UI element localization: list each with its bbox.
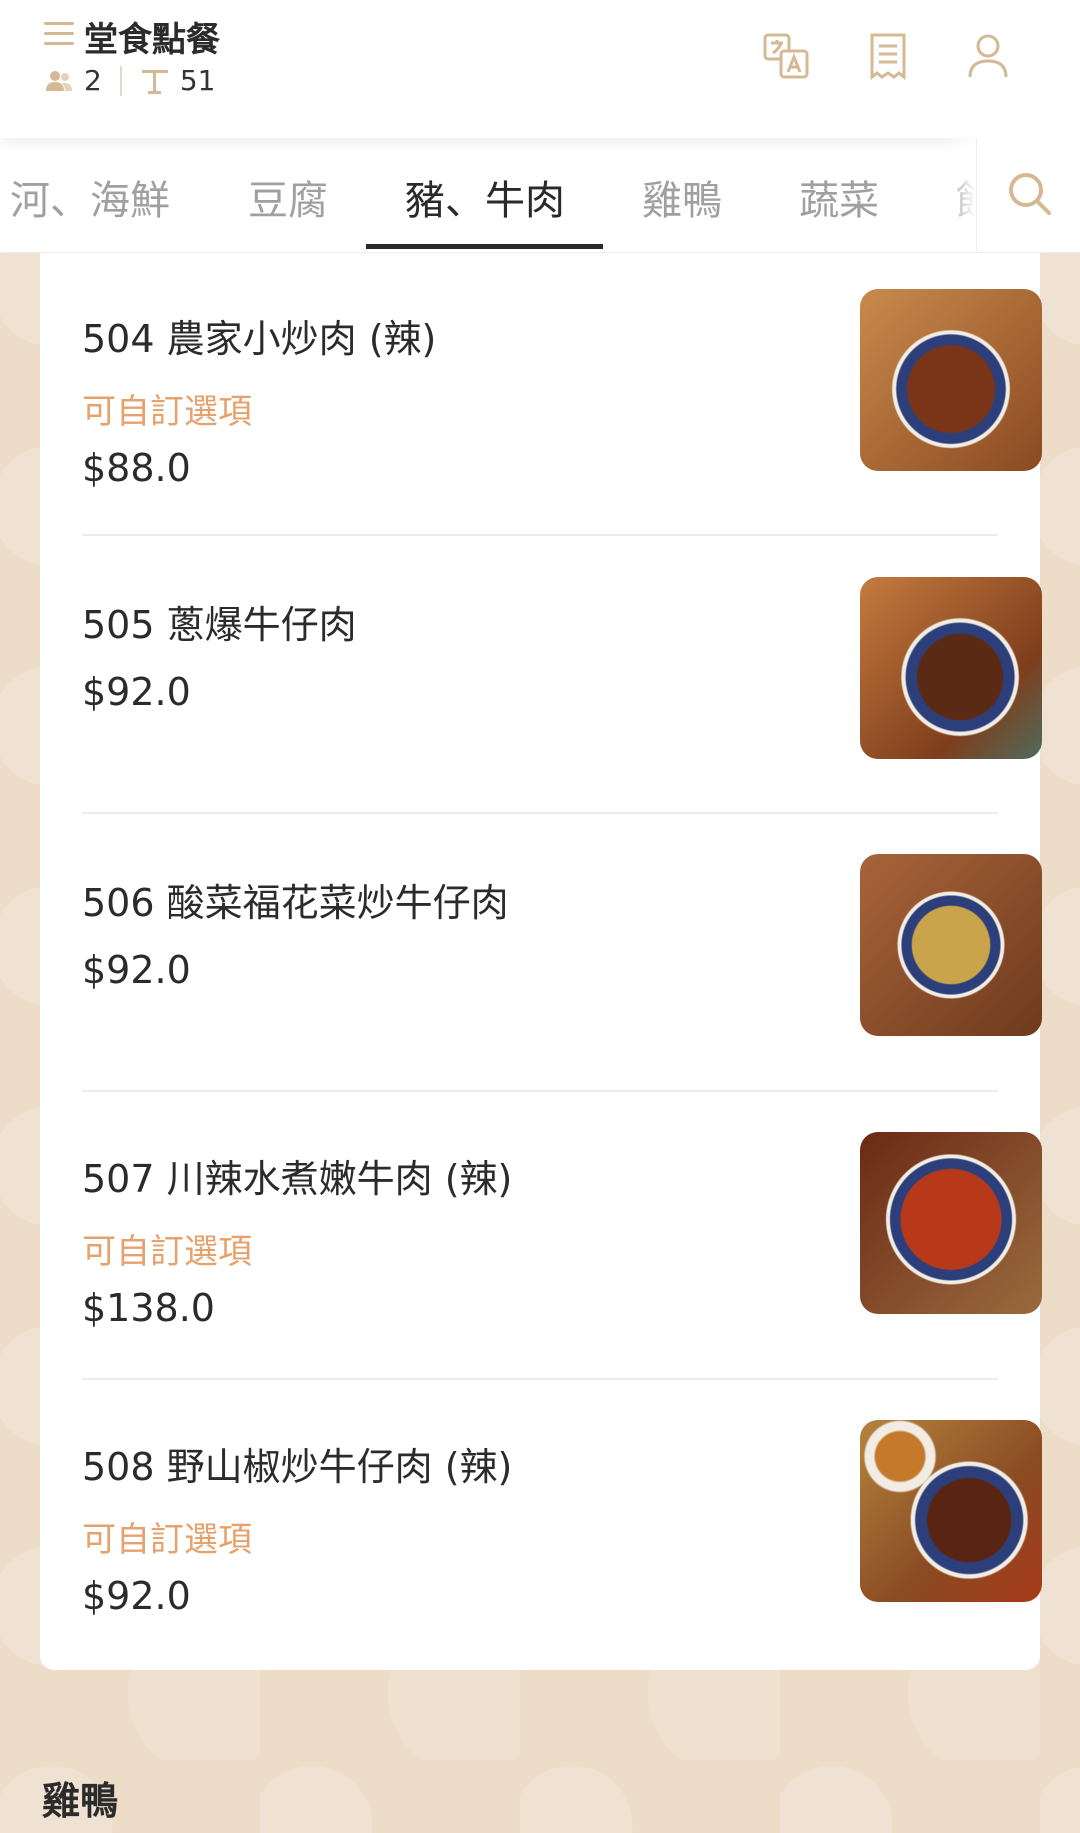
food-image bbox=[860, 577, 1042, 759]
item-name: 508 野山椒炒牛仔肉 (辣) bbox=[82, 1445, 513, 1489]
search-icon bbox=[1006, 170, 1052, 220]
item-name: 507 川辣水煮嫩牛肉 (辣) bbox=[82, 1157, 513, 1201]
custom-option-label: 可自訂選項 bbox=[82, 1232, 252, 1272]
food-image bbox=[860, 1420, 1042, 1602]
table-info: 2 51 bbox=[44, 64, 215, 97]
receipt-icon bbox=[868, 32, 908, 84]
people-icon bbox=[44, 69, 74, 93]
food-image bbox=[860, 854, 1042, 1036]
item-name: 506 酸菜福花菜炒牛仔肉 bbox=[82, 881, 509, 925]
tab-pork-beef[interactable]: 豬、牛肉 bbox=[405, 168, 565, 226]
item-price: $92.0 bbox=[82, 948, 191, 992]
item-name: 505 蔥爆牛仔肉 bbox=[82, 603, 357, 647]
app-header: 堂食點餐 2 51 bbox=[0, 0, 1080, 138]
meta-divider bbox=[119, 65, 122, 96]
menu-card: 504 農家小炒肉 (辣) 可自訂選項 $88.0 505 蔥爆牛仔肉 $92.… bbox=[40, 252, 1042, 1670]
food-image bbox=[860, 289, 1042, 471]
page-title: 堂食點餐 bbox=[84, 20, 220, 60]
search-button[interactable] bbox=[976, 138, 1080, 252]
active-tab-indicator bbox=[366, 244, 603, 249]
table-number: 51 bbox=[179, 64, 216, 97]
guest-count: 2 bbox=[84, 64, 102, 97]
tab-vegetables[interactable]: 蔬菜 bbox=[799, 168, 879, 226]
tab-chicken-duck[interactable]: 雞鴨 bbox=[642, 168, 722, 226]
custom-option-label: 可自訂選項 bbox=[82, 392, 252, 432]
translate-icon bbox=[762, 32, 810, 84]
item-price: $138.0 bbox=[82, 1286, 215, 1330]
item-price: $92.0 bbox=[82, 670, 191, 714]
translate-button[interactable] bbox=[758, 30, 814, 86]
orders-button[interactable] bbox=[860, 30, 916, 86]
category-tabs: 河、海鮮 豆腐 豬、牛肉 雞鴨 蔬菜 飯 bbox=[0, 138, 1080, 253]
food-image bbox=[860, 1132, 1042, 1314]
user-icon bbox=[967, 33, 1009, 83]
account-button[interactable] bbox=[960, 30, 1016, 86]
item-price: $92.0 bbox=[82, 1574, 191, 1618]
menu-icon[interactable] bbox=[44, 22, 74, 48]
section-heading: 雞鴨 bbox=[42, 1779, 119, 1823]
tab-seafood[interactable]: 河、海鮮 bbox=[10, 168, 170, 226]
table-icon bbox=[140, 66, 170, 96]
tab-tofu[interactable]: 豆腐 bbox=[248, 168, 328, 226]
item-price: $88.0 bbox=[82, 446, 191, 490]
custom-option-label: 可自訂選項 bbox=[82, 1520, 252, 1560]
tab-scroll-fade bbox=[946, 138, 976, 252]
item-name: 504 農家小炒肉 (辣) bbox=[82, 317, 437, 361]
